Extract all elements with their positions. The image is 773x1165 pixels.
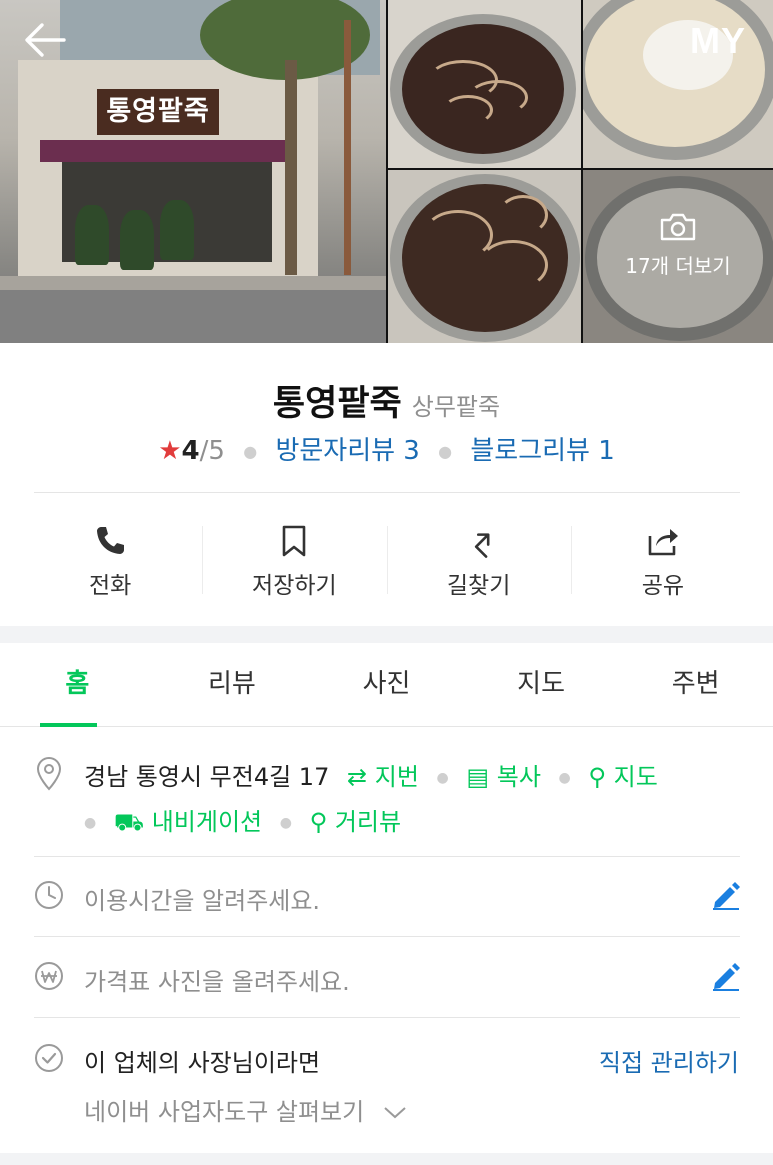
place-category: 상무팥죽 xyxy=(411,393,501,421)
rating-row: ★4/5 ● 방문자리뷰 3 ● 블로그리뷰 1 xyxy=(158,436,615,466)
edit-pencil-icon[interactable] xyxy=(711,880,741,910)
swap-icon: ⇄ xyxy=(346,763,368,791)
call-button[interactable]: 전화 xyxy=(18,516,202,606)
photo-gallery[interactable]: 통영팥죽 17개 더보기 MY xyxy=(0,0,773,343)
hours-placeholder[interactable]: 이용시간을 알려주세요. xyxy=(84,881,320,916)
divider xyxy=(34,492,740,493)
edit-pencil-icon[interactable] xyxy=(711,961,741,991)
place-name: 통영팥죽 xyxy=(272,384,402,424)
directions-button[interactable]: 길찾기 xyxy=(386,516,571,606)
chevron-down-icon xyxy=(384,1107,406,1119)
tab-photos[interactable]: 사진 xyxy=(309,643,464,726)
store-signboard: 통영팥죽 xyxy=(97,89,219,135)
divider xyxy=(34,1017,740,1018)
address-row-2: ● ⛟ 내비게이션 ● ⚲ 거리뷰 xyxy=(84,808,402,836)
directions-label: 길찾기 xyxy=(446,573,511,599)
camera-icon xyxy=(660,213,696,241)
location-pin-icon xyxy=(36,757,62,791)
address-text: 경남 통영시 무전4길 17 xyxy=(84,763,330,791)
phone-icon xyxy=(97,527,125,554)
clock-icon xyxy=(35,881,63,909)
map-pin-icon: ⚲ xyxy=(309,808,328,836)
check-circle-icon xyxy=(35,1044,63,1072)
divider xyxy=(34,856,740,857)
more-photos-label: 17개 더보기 xyxy=(625,254,731,278)
bookmark-icon xyxy=(283,525,306,557)
star-icon: ★ xyxy=(158,436,182,466)
address-row: 경남 통영시 무전4길 17 ⇄ 지번 ● ▤ 복사 ● ⚲ 지도 xyxy=(84,763,658,791)
blog-reviews-link[interactable]: 블로그리뷰 1 xyxy=(470,436,614,466)
owner-text: 이 업체의 사장님이라면 xyxy=(84,1049,321,1077)
car-icon: ⛟ xyxy=(113,808,145,836)
save-button[interactable]: 저장하기 xyxy=(202,516,386,606)
tab-map[interactable]: 지도 xyxy=(464,643,619,726)
title-row: 통영팥죽 상무팥죽 xyxy=(0,375,773,426)
tab-reviews[interactable]: 리뷰 xyxy=(155,643,310,726)
more-photos-button[interactable]: 17개 더보기 xyxy=(583,212,773,279)
rating-score: 4 xyxy=(181,436,200,466)
share-icon xyxy=(648,529,678,556)
action-bar: 전화 저장하기 길찾기 공유 xyxy=(18,516,755,606)
map-pin-icon: ⚲ xyxy=(588,763,606,791)
tab-home[interactable]: 홈 xyxy=(0,643,155,727)
place-info: 경남 통영시 무전4길 17 ⇄ 지번 ● ▤ 복사 ● ⚲ 지도 ● ⛟ 내비… xyxy=(0,727,773,1153)
food-photo-3[interactable] xyxy=(388,170,581,343)
share-label: 공유 xyxy=(641,573,685,599)
food-photo-1[interactable] xyxy=(388,0,581,168)
navigation-link[interactable]: ⛟ 내비게이션 xyxy=(114,808,262,836)
price-placeholder[interactable]: 가격표 사진을 올려주세요. xyxy=(84,962,350,997)
map-link[interactable]: ⚲ 지도 xyxy=(588,763,657,791)
won-icon xyxy=(35,962,63,990)
rating-max: /5 xyxy=(199,436,225,466)
jibun-link[interactable]: ⇄ 지번 xyxy=(347,763,419,791)
call-label: 전화 xyxy=(88,573,132,599)
share-button[interactable]: 공유 xyxy=(570,516,755,606)
divider xyxy=(34,936,740,937)
tab-bar: 홈 리뷰 사진 지도 주변 xyxy=(0,643,773,727)
arrow-left-icon xyxy=(25,23,66,57)
place-summary: 통영팥죽 상무팥죽 ★4/5 ● 방문자리뷰 3 ● 블로그리뷰 1 전화 저장하… xyxy=(0,343,773,626)
copy-icon: ▤ xyxy=(466,763,490,791)
business-tools-toggle[interactable]: 네이버 사업자도구 살펴보기 xyxy=(84,1092,408,1127)
my-button[interactable]: MY xyxy=(690,20,746,62)
street-view-link[interactable]: ⚲ 거리뷰 xyxy=(310,808,401,836)
tab-nearby[interactable]: 주변 xyxy=(618,643,773,726)
save-label: 저장하기 xyxy=(252,573,337,599)
directions-icon xyxy=(474,533,490,558)
copy-link[interactable]: ▤ 복사 xyxy=(466,763,541,791)
back-button[interactable] xyxy=(22,18,68,64)
manage-link[interactable]: 직접 관리하기 xyxy=(599,1043,739,1078)
visitor-reviews-link[interactable]: 방문자리뷰 3 xyxy=(275,436,419,466)
business-tools-label: 네이버 사업자도구 살펴보기 xyxy=(84,1098,365,1126)
